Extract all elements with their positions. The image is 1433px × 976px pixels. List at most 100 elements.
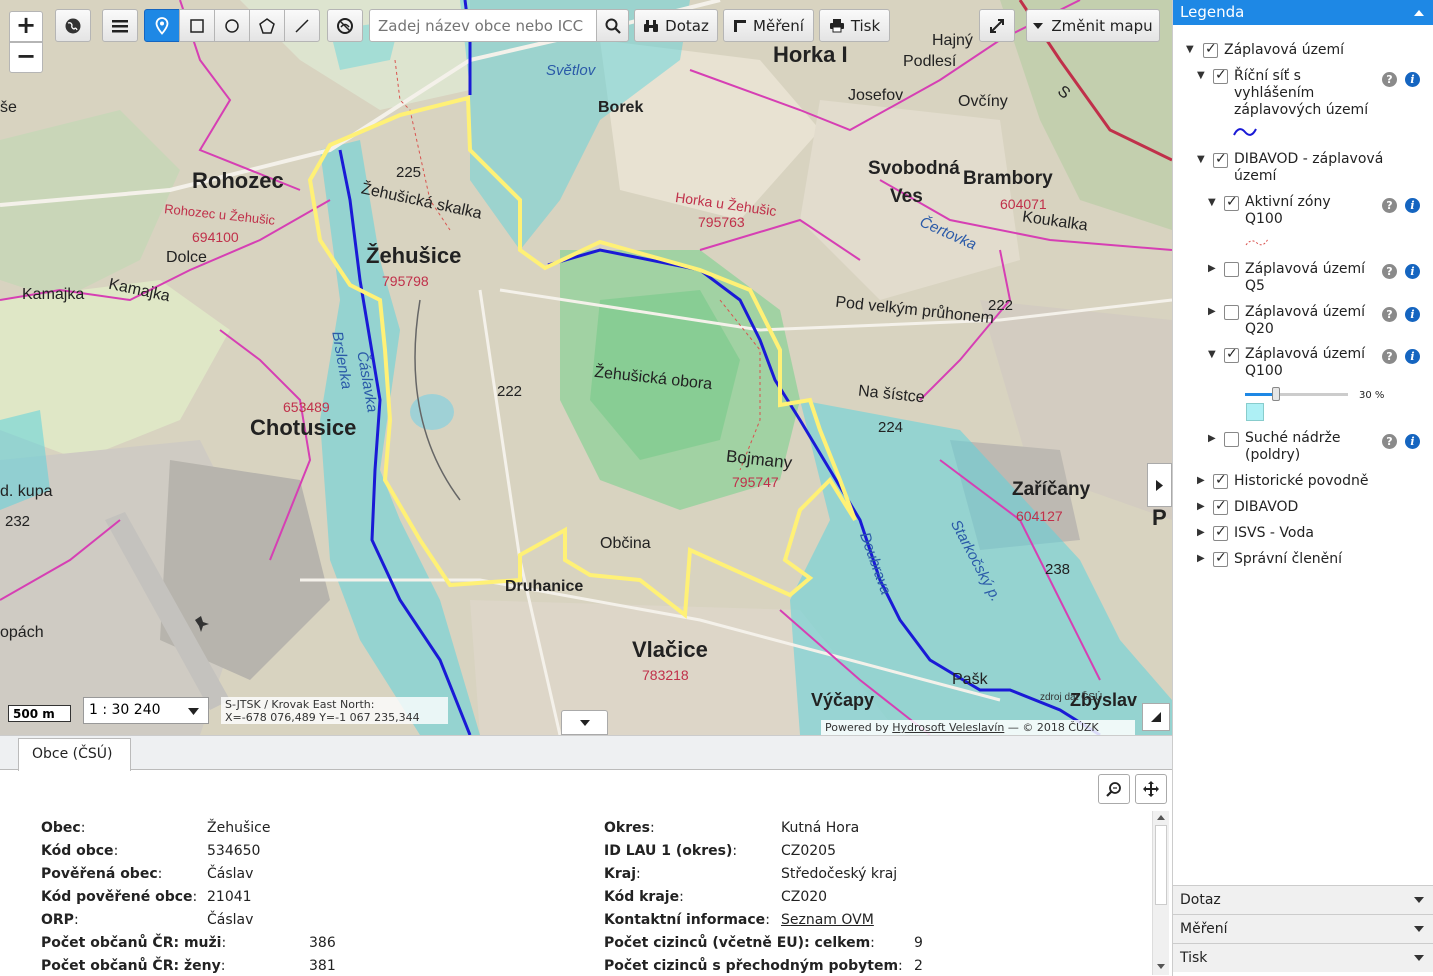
expand-isvs-toggle[interactable]: ▶	[1197, 527, 1205, 538]
accordion-tisk[interactable]: Tisk	[1173, 943, 1433, 972]
point-tool-button[interactable]	[144, 9, 180, 42]
caret-down-icon	[1033, 22, 1044, 29]
expand-historicke-toggle[interactable]: ▶	[1197, 475, 1205, 486]
collapse-legend-button[interactable]	[1147, 463, 1172, 507]
eraser-button[interactable]	[327, 9, 363, 42]
map-label-bojmany-code: 795747	[732, 474, 779, 490]
checkbox-dibavod-zap[interactable]	[1213, 151, 1228, 168]
legend-title: Legenda	[1180, 3, 1245, 21]
fullscreen-button[interactable]	[979, 9, 1015, 42]
expand-q20-toggle[interactable]: ▶	[1208, 306, 1216, 317]
checkbox-dibavod[interactable]	[1213, 498, 1228, 515]
opacity-slider-handle[interactable]	[1271, 387, 1280, 401]
zoom-in-button[interactable]: +	[9, 11, 43, 42]
measure-label: Měření	[753, 16, 804, 35]
chevron-right-icon	[1156, 479, 1163, 491]
expand-zaplavova-toggle[interactable]: ▼	[1186, 44, 1194, 55]
search-input[interactable]	[369, 9, 597, 42]
tab-obce-csu[interactable]: Obce (ČSÚ)	[18, 738, 131, 771]
info-icon[interactable]: i	[1405, 434, 1420, 449]
checkbox-ricni[interactable]	[1213, 67, 1228, 84]
checkbox-historicke[interactable]	[1213, 472, 1228, 489]
zoom-to-feature-button[interactable]	[1098, 774, 1130, 804]
checkbox-spravni[interactable]	[1213, 550, 1228, 567]
panel-scrollbar[interactable]	[1152, 811, 1169, 975]
q100-swatch	[1246, 403, 1264, 421]
legend-item-zaplavova: Záplavová území	[1224, 42, 1345, 58]
attr-value: 381	[309, 958, 336, 974]
polygon-tool-button[interactable]	[249, 9, 285, 42]
move-icon	[1143, 781, 1159, 797]
checkbox-suche[interactable]	[1224, 432, 1239, 447]
globe-button[interactable]	[55, 9, 91, 42]
attr-key: ID LAU 1 (okres):	[604, 843, 738, 859]
map-label-elev-222a: 222	[497, 383, 523, 400]
checkbox-isvs[interactable]	[1213, 524, 1228, 541]
help-icon[interactable]: ?	[1382, 264, 1397, 279]
zoom-out-button[interactable]: −	[9, 42, 43, 73]
query-button[interactable]: Dotaz	[634, 9, 718, 42]
attr-value: Čáslav	[207, 866, 254, 882]
legend-header[interactable]: Legenda	[1173, 0, 1433, 25]
map-view[interactable]: Rohozec Rohozec u Žehušic 694100 Žehušic…	[0, 0, 1172, 735]
circle-tool-button[interactable]	[214, 9, 250, 42]
attr-key: Počet občanů ČR: ženy:	[41, 958, 226, 974]
expand-aktivni-toggle[interactable]: ▼	[1208, 197, 1216, 208]
info-icon[interactable]: i	[1405, 72, 1420, 87]
expand-ricni-toggle[interactable]: ▼	[1197, 70, 1205, 81]
printer-icon	[829, 19, 844, 33]
search-button[interactable]	[596, 9, 629, 42]
checkbox-q20[interactable]	[1224, 305, 1239, 320]
help-icon[interactable]: ?	[1382, 72, 1397, 87]
rectangle-icon	[190, 18, 204, 33]
expand-icon	[990, 18, 1004, 33]
accordion-dotaz[interactable]: Dotaz	[1173, 885, 1433, 914]
info-icon[interactable]: i	[1405, 198, 1420, 213]
opacity-slider[interactable]	[1245, 387, 1348, 401]
change-map-label: Změnit mapu	[1051, 16, 1153, 35]
scale-ratio-select[interactable]: 1 : 30 240	[83, 697, 209, 724]
layers-menu-button[interactable]	[102, 9, 138, 42]
attr-key: Obec:	[41, 820, 86, 836]
help-icon[interactable]: ?	[1382, 349, 1397, 364]
info-icon[interactable]: i	[1405, 349, 1420, 364]
expand-q5-toggle[interactable]: ▶	[1208, 263, 1216, 274]
opacity-value: 30 %	[1359, 390, 1385, 401]
seznam-ovm-link[interactable]: Seznam OVM	[781, 912, 874, 928]
info-icon[interactable]: i	[1405, 264, 1420, 279]
toggle-panel-button[interactable]	[561, 710, 608, 735]
line-tool-button[interactable]	[284, 9, 320, 42]
query-label: Dotaz	[665, 16, 709, 35]
caret-down-icon	[1414, 926, 1424, 932]
expand-suche-toggle[interactable]: ▶	[1208, 433, 1216, 444]
attr-key-label: Kraj	[604, 866, 636, 882]
print-button[interactable]: Tisk	[819, 9, 890, 42]
help-icon[interactable]: ?	[1382, 198, 1397, 213]
attr-key: ORP:	[41, 912, 79, 928]
measure-button[interactable]: Měření	[723, 9, 814, 42]
pan-to-feature-button[interactable]	[1135, 774, 1167, 804]
map-label-svobodna: Svobodná	[868, 158, 960, 179]
hydrosoft-link[interactable]: Hydrosoft Veleslavín	[892, 721, 1004, 734]
overview-map-button[interactable]	[1142, 703, 1170, 731]
expand-spravni-toggle[interactable]: ▶	[1197, 553, 1205, 564]
expand-dibavod-zap-toggle[interactable]: ▼	[1197, 154, 1205, 165]
help-icon[interactable]: ?	[1382, 434, 1397, 449]
attr-key: Počet cizinců (včetně EU): celkem:	[604, 935, 875, 951]
map-label-podlesi: Podlesí	[903, 53, 957, 70]
map-label-elev-225: 225	[396, 164, 422, 181]
checkbox-q100[interactable]	[1224, 346, 1239, 363]
accordion-mereni[interactable]: Měření	[1173, 914, 1433, 943]
checkbox-q5[interactable]	[1224, 262, 1239, 277]
change-map-button[interactable]: Změnit mapu	[1026, 9, 1160, 42]
info-icon[interactable]: i	[1405, 307, 1420, 322]
rectangle-tool-button[interactable]	[179, 9, 215, 42]
expand-dibavod-toggle[interactable]: ▶	[1197, 501, 1205, 512]
checkbox-aktivni[interactable]	[1224, 194, 1239, 211]
tab-strip: Obce (ČSÚ)	[0, 736, 1172, 771]
scroll-thumb[interactable]	[1155, 825, 1167, 905]
help-icon[interactable]: ?	[1382, 307, 1397, 322]
expand-q100-toggle[interactable]: ▼	[1208, 349, 1216, 360]
checkbox-zaplavova[interactable]	[1203, 41, 1218, 58]
map-label-zehusice-code: 795798	[382, 273, 429, 289]
